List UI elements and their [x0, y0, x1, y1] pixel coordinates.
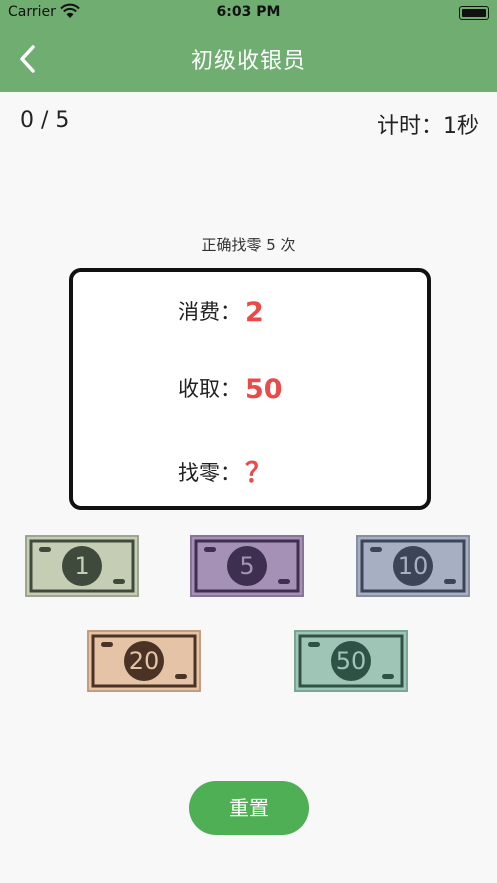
battery-icon — [459, 6, 489, 20]
bill-value-label: 10 — [398, 552, 429, 580]
bill-5[interactable]: 5 — [190, 535, 304, 597]
banknote-icon: 5 — [190, 535, 304, 597]
banknote-icon: 10 — [356, 535, 470, 597]
received-value: 50 — [245, 374, 283, 405]
spend-row: 消费： 2 — [178, 296, 264, 328]
status-bar: Carrier 6:03 PM — [0, 0, 497, 26]
received-label: 收取： — [178, 377, 241, 401]
received-row: 收取： 50 — [178, 373, 283, 405]
change-label: 找零： — [178, 461, 241, 485]
page-title: 初级收银员 — [190, 49, 306, 74]
bill-1[interactable]: 1 — [25, 535, 139, 597]
reset-button[interactable]: 重置 — [189, 781, 309, 835]
banknote-icon: 50 — [294, 630, 408, 692]
bill-20[interactable]: 20 — [87, 630, 201, 692]
change-value: ？ — [245, 458, 272, 489]
timer: 计时：1秒 — [377, 114, 479, 139]
clock: 6:03 PM — [216, 4, 281, 20]
bill-50[interactable]: 50 — [294, 630, 408, 692]
banknote-icon: 20 — [87, 630, 201, 692]
bill-10[interactable]: 10 — [356, 535, 470, 597]
nav-bar: 初级收银员 — [0, 26, 497, 92]
spend-value: 2 — [245, 297, 264, 328]
transaction-card: 消费： 2 收取： 50 找零：？ — [69, 268, 431, 510]
bill-value-label: 20 — [129, 647, 160, 675]
goal-hint: 正确找零 5 次 — [201, 236, 296, 254]
banknote-icon: 1 — [25, 535, 139, 597]
score-counter: 0 / 5 — [20, 108, 70, 133]
bill-value-label: 50 — [336, 647, 367, 675]
spend-label: 消费： — [178, 300, 241, 324]
bill-value-label: 1 — [74, 552, 89, 580]
bill-value-label: 5 — [239, 552, 254, 580]
change-row: 找零：？ — [178, 451, 272, 490]
